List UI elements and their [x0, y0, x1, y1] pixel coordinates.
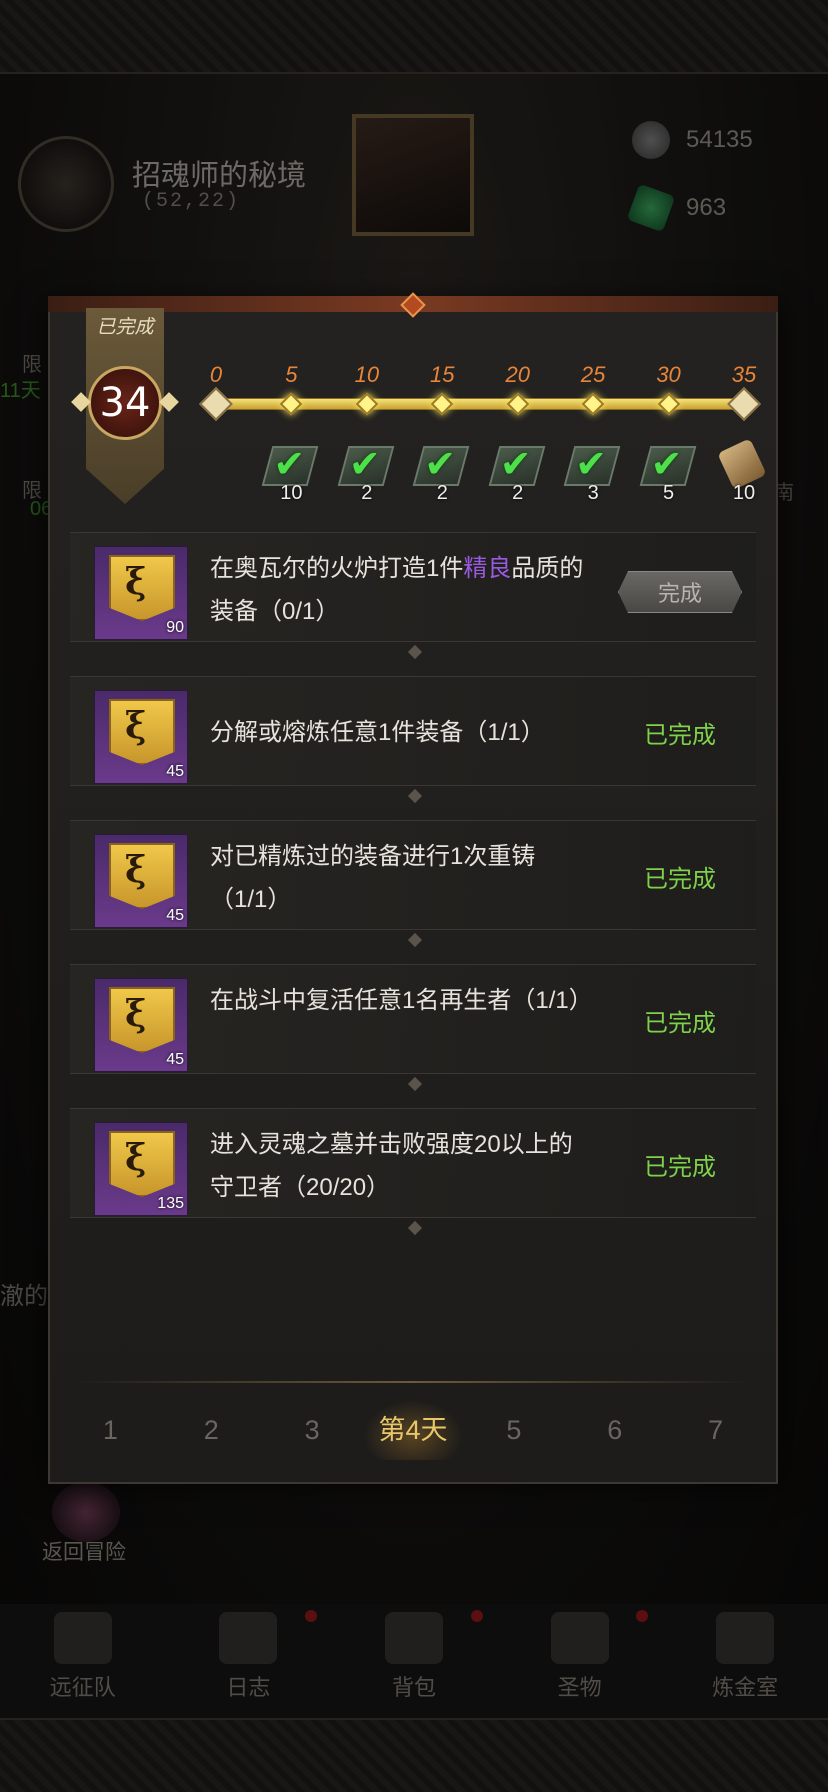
quest-banner-icon[interactable]: ξ 135 [94, 1122, 188, 1216]
reward-count: 2 [512, 482, 524, 504]
quest-banner-icon[interactable]: ξ 45 [94, 690, 188, 784]
task-row: ξ 45 对已精炼过的装备进行1次重铸（1/1） 已完成 [70, 820, 756, 930]
check-icon: ✔ [348, 442, 381, 486]
task-completed-label: 已完成 [644, 865, 716, 893]
day-tab[interactable]: 1 [60, 1400, 161, 1460]
task-row: ξ 90 在奥瓦尔的火炉打造1件精良品质的装备（0/1） 完成 [70, 532, 756, 642]
milestone-label: 20 [505, 362, 530, 387]
reward-chest-claimed[interactable]: ✔ 5 [637, 440, 701, 504]
reward-count: 3 [587, 482, 599, 504]
banner-glyph-icon: ξ [125, 1137, 147, 1179]
task-text: 对已精炼过的装备进行1次重铸（1/1） [210, 843, 536, 913]
day-tab[interactable]: 5 [463, 1400, 564, 1460]
reward-chest-claimed[interactable]: ✔ 2 [335, 440, 399, 504]
badge-label: 已完成 [96, 317, 154, 338]
task-description: 对已精炼过的装备进行1次重铸（1/1） [210, 835, 590, 921]
check-icon: ✔ [424, 442, 457, 486]
check-icon: ✔ [273, 442, 306, 486]
reward-chest-claimed[interactable]: ✔ 3 [561, 440, 625, 504]
reward-chest-claimed[interactable]: ✔ 2 [410, 440, 474, 504]
task-points: 45 [166, 1051, 184, 1068]
reward-count: 10 [280, 482, 303, 504]
reward-scroll[interactable]: 10 [712, 438, 776, 504]
tabs-divider [76, 1381, 750, 1383]
day-tab[interactable]: 第4天 [362, 1400, 464, 1460]
task-points: 45 [166, 907, 184, 924]
task-points: 90 [166, 619, 184, 636]
task-text: 分解或熔炼任意1件装备（1/1） [210, 719, 545, 746]
task-row: ξ 45 分解或熔炼任意1件装备（1/1） 已完成 [70, 676, 756, 786]
day-tab[interactable]: 3 [262, 1400, 363, 1460]
reward-count: 5 [663, 482, 675, 504]
task-text: 进入灵魂之墓并击败强度20以上的守卫者（20/20） [210, 1131, 573, 1201]
task-row: ξ 135 进入灵魂之墓并击败强度20以上的守卫者（20/20） 已完成 [70, 1108, 756, 1218]
milestone-label: 25 [580, 362, 606, 387]
task-completed-label: 已完成 [644, 1009, 716, 1037]
milestone-label: 30 [656, 362, 681, 387]
task-text: 在战斗中复活任意1名再生者（1/1） [210, 987, 593, 1014]
task-description: 分解或熔炼任意1件装备（1/1） [210, 711, 590, 754]
milestone-label: 5 [285, 362, 298, 387]
day-tab[interactable]: 2 [161, 1400, 262, 1460]
milestone-label: 10 [354, 362, 380, 387]
task-row: ξ 45 在战斗中复活任意1名再生者（1/1） 已完成 [70, 964, 756, 1074]
task-description: 进入灵魂之墓并击败强度20以上的守卫者（20/20） [210, 1123, 590, 1209]
milestone-label: 15 [430, 362, 455, 387]
task-points: 45 [166, 763, 184, 780]
task-text: 在奥瓦尔的火炉打造1件 [210, 555, 464, 582]
banner-glyph-icon: ξ [125, 561, 147, 603]
banner-glyph-icon: ξ [125, 993, 147, 1035]
day-tab[interactable]: 7 [665, 1400, 766, 1460]
task-completed-label: 已完成 [644, 721, 716, 749]
day-tab[interactable]: 6 [564, 1400, 665, 1460]
task-description: 在奥瓦尔的火炉打造1件精良品质的装备（0/1） [210, 547, 590, 633]
check-icon: ✔ [499, 442, 532, 486]
complete-button[interactable]: 完成 [618, 571, 742, 613]
quest-banner-icon[interactable]: ξ 90 [94, 546, 188, 640]
banner-glyph-icon: ξ [125, 705, 147, 747]
task-points: 135 [157, 1195, 184, 1212]
quest-banner-icon[interactable]: ξ 45 [94, 978, 188, 1072]
reward-count: 10 [732, 482, 756, 504]
banner-glyph-icon: ξ [125, 849, 147, 891]
day-tabs: 1 2 3 第4天 5 6 7 [60, 1400, 766, 1460]
task-description: 在战斗中复活任意1名再生者（1/1） [210, 979, 593, 1022]
check-icon: ✔ [575, 442, 607, 486]
check-icon: ✔ [650, 442, 683, 486]
reward-count: 2 [436, 482, 448, 504]
quality-highlight: 精良 [463, 555, 512, 582]
reward-chest-claimed[interactable]: ✔ 10 [259, 440, 323, 504]
quest-banner-icon[interactable]: ξ 45 [94, 834, 188, 928]
reward-count: 2 [361, 482, 373, 504]
badge-value: 34 [88, 366, 162, 440]
milestone-label: 0 [209, 362, 223, 387]
reward-chest-claimed[interactable]: ✔ 2 [486, 440, 550, 504]
milestone-label: 35 [731, 362, 757, 387]
task-completed-label: 已完成 [644, 1153, 716, 1181]
